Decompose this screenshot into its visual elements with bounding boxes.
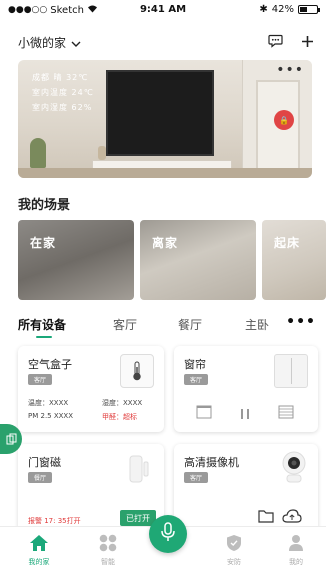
device-card-curtain[interactable]: 窗帘 客厅 (174, 346, 318, 432)
scene-image (140, 220, 256, 300)
copy-icon (6, 430, 17, 449)
microphone-icon (160, 522, 176, 546)
room-tag: 客厅 (184, 374, 209, 385)
weather-text: 成都 晴 32℃ (32, 73, 89, 82)
tab-living-room[interactable]: 客厅 (113, 316, 137, 333)
door-alarm-time: 报警 17: 35打开 (28, 517, 81, 525)
battery-percent: 42% (271, 4, 294, 15)
scene-list: 在家 离家 起床 (18, 220, 326, 300)
tabbar-label: 智能 (101, 558, 115, 566)
curtain-open-icon[interactable] (196, 404, 212, 423)
message-icon[interactable] (266, 32, 284, 50)
hero-door-illustration (256, 80, 300, 178)
curtain-close-icon[interactable] (278, 404, 294, 423)
tabbar-security[interactable]: 安防 (209, 533, 259, 567)
status-bar: ●●●○○ Sketch 9:41 AM ✱ 42% (0, 0, 326, 20)
add-icon[interactable] (298, 32, 316, 50)
tabbar-label: 安防 (227, 558, 241, 566)
room-tag: 餐厅 (28, 472, 53, 483)
scene-label: 在家 (30, 236, 57, 250)
shield-icon (224, 533, 244, 553)
folder-icon[interactable] (258, 508, 274, 527)
hero-environment-info: 成都 晴 32℃ 室内温度 24℃ 室内湿度 62% (32, 70, 94, 115)
indoor-humidity-text: 室内湿度 62% (32, 103, 93, 112)
scene-at-home[interactable]: 在家 (18, 220, 134, 300)
status-right: ✱ 42% (259, 4, 320, 15)
wall-switch-icon (274, 354, 308, 388)
hero-more-button[interactable]: ••• (276, 62, 304, 78)
tab-master-bedroom[interactable]: 主卧 (245, 316, 269, 333)
camera-icon (280, 450, 308, 484)
grid-icon (98, 533, 118, 553)
home-selector[interactable]: 小微的家 (18, 34, 81, 51)
curtain-pause-icon[interactable] (240, 405, 250, 424)
device-name: 窗帘 (184, 358, 206, 371)
scene-away[interactable]: 离家 (140, 220, 256, 300)
tabbar-my-home[interactable]: 我的家 (14, 533, 64, 567)
hero-tv-illustration (106, 70, 214, 156)
device-card-air-box[interactable]: 空气盒子 客厅 温度：XXXX 湿度：XXXX PM 2.5 XXXX 甲醛：超… (18, 346, 164, 432)
scenes-title: 我的场景 (18, 198, 71, 213)
bottom-tab-bar: 我的家 智能 安防 我的 (0, 515, 326, 577)
tab-dining-room[interactable]: 餐厅 (178, 316, 202, 333)
battery-icon (298, 5, 320, 14)
device-name: 高清摄像机 (184, 456, 239, 469)
formaldehyde-alert: 甲醛：超标 (102, 413, 137, 421)
room-tabs-more-button[interactable]: ••• (286, 314, 316, 330)
scene-image (262, 220, 326, 300)
device-name: 空气盒子 (28, 358, 72, 371)
hero-floor (18, 168, 312, 178)
header: 小微的家 (0, 30, 326, 54)
scene-label: 起床 (274, 236, 301, 250)
tabbar-label: 我的家 (28, 558, 50, 566)
temperature-reading: 温度：XXXX (28, 399, 69, 407)
indoor-temperature-text: 室内温度 24℃ (32, 88, 94, 97)
voice-assistant-button[interactable] (149, 515, 187, 553)
home-icon (29, 533, 49, 553)
tabbar-me[interactable]: 我的 (271, 533, 321, 567)
hero-vase-illustration (98, 146, 106, 160)
active-tab-indicator (36, 336, 52, 338)
device-card-door-sensor[interactable]: 门窗磁 餐厅 报警 17: 35打开 已打开 (18, 444, 164, 534)
thermometer-icon (120, 354, 154, 388)
humidity-reading: 湿度：XXXX (102, 399, 143, 407)
room-tag: 客厅 (28, 374, 53, 385)
hero-plant-illustration (30, 138, 46, 168)
device-card-camera[interactable]: 高清摄像机 客厅 (174, 444, 318, 534)
user-icon (286, 533, 306, 553)
pm25-reading: PM 2.5 XXXX (28, 412, 74, 420)
tab-all-devices[interactable]: 所有设备 (18, 316, 66, 333)
scene-image (18, 220, 134, 300)
bluetooth-icon: ✱ (259, 4, 268, 15)
tabbar-smart[interactable]: 智能 (83, 533, 133, 567)
scene-label: 离家 (152, 236, 179, 250)
home-name: 小微的家 (18, 36, 67, 50)
cloud-icon[interactable] (282, 508, 302, 527)
room-tag: 客厅 (184, 472, 209, 483)
chevron-down-icon (71, 36, 81, 50)
scene-wake-up[interactable]: 起床 (262, 220, 326, 300)
device-name: 门窗磁 (28, 456, 61, 469)
home-hero-banner[interactable]: 成都 晴 32℃ 室内温度 24℃ 室内湿度 62% ••• 🔒 (18, 60, 312, 178)
header-actions (266, 32, 316, 50)
room-tabs: 所有设备 客厅 餐厅 主卧 ••• (0, 314, 326, 340)
door-sensor-icon (128, 454, 150, 488)
lock-icon[interactable]: 🔒 (274, 110, 294, 130)
tabbar-label: 我的 (289, 558, 303, 566)
